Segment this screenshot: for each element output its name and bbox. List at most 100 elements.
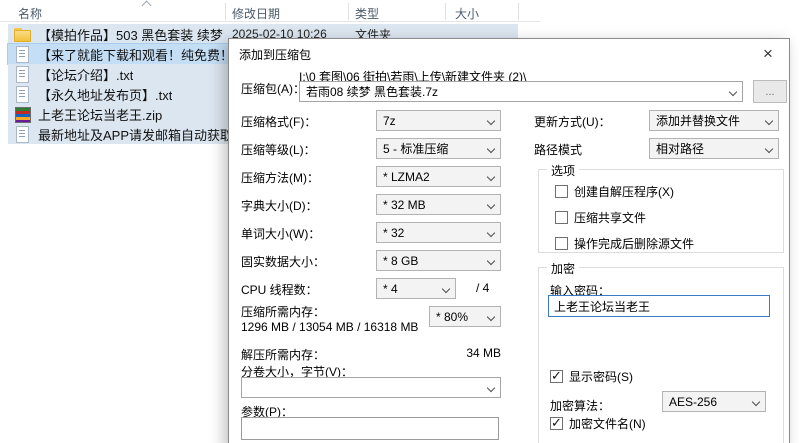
method-label: 压缩方法(M)：: [241, 171, 319, 185]
compress-memory-detail: 1296 MB / 13054 MB / 16318 MB: [241, 320, 419, 334]
column-date[interactable]: 修改日期: [232, 5, 280, 22]
sort-ascending-icon: [141, 0, 152, 11]
path-mode-value: 相对路径: [656, 142, 705, 156]
column-separator[interactable]: [518, 3, 519, 20]
format-combobox[interactable]: 7z: [376, 110, 501, 131]
options-group-label: 选项: [547, 162, 580, 179]
cpu-threads-label: CPU 线程数：: [241, 283, 318, 297]
word-size-value: * 32: [383, 225, 405, 240]
archive-label: 压缩包(A)：: [241, 82, 305, 96]
checkbox-icon[interactable]: [555, 185, 568, 198]
chevron-down-icon: [764, 144, 774, 154]
delete-after-checkbox[interactable]: 操作完成后删除源文件: [555, 235, 694, 252]
solid-size-value: * 8 GB: [383, 253, 419, 268]
file-name: 【模拍作品】503 黑色套装 续梦: [38, 27, 223, 43]
checkbox-icon[interactable]: [550, 368, 563, 384]
text-file-icon: [14, 66, 30, 83]
archive-name-value: 若雨08 续梦 黑色套装.7z: [306, 85, 439, 99]
encryption-method-combobox[interactable]: AES-256: [662, 391, 766, 412]
password-input[interactable]: [548, 295, 770, 317]
update-mode-value: 添加并替换文件: [656, 114, 741, 128]
screen: 名称 修改日期 类型 大小 【模拍作品】503 黑色套装 续梦 2025-02-…: [0, 0, 800, 443]
file-name: 【永久地址发布页】.txt: [38, 87, 173, 103]
level-label: 压缩等级(L)：: [241, 143, 316, 157]
chevron-down-icon: [728, 87, 738, 97]
chevron-down-icon: [486, 144, 496, 154]
encryption-method-value: AES-256: [669, 394, 718, 409]
dict-size-combobox[interactable]: * 32 MB: [376, 194, 501, 215]
cpu-threads-combobox[interactable]: * 4: [376, 278, 456, 299]
chevron-down-icon: [764, 116, 774, 126]
archive-name-combobox[interactable]: 若雨08 续梦 黑色套装.7z: [299, 81, 743, 102]
encrypt-filenames-label: 加密文件名(N): [569, 417, 646, 431]
path-mode-label: 路径模式: [534, 143, 583, 157]
format-value: 7z: [383, 113, 396, 128]
volume-size-combobox[interactable]: [241, 377, 501, 398]
cpu-threads-max: / 4: [476, 281, 490, 295]
create-sfx-label: 创建自解压程序(X): [574, 185, 674, 199]
update-mode-combobox[interactable]: 添加并替换文件: [649, 110, 779, 131]
format-label: 压缩格式(F)：: [241, 115, 317, 129]
dialog-title: 添加到压缩包: [239, 48, 312, 62]
compress-shared-checkbox[interactable]: 压缩共享文件: [555, 209, 646, 226]
chevron-down-icon: [486, 200, 496, 210]
file-name: 上老王论坛当老王.zip: [38, 107, 163, 123]
text-file-icon: [14, 46, 30, 63]
column-header-bar: 名称 修改日期 类型 大小: [0, 0, 540, 22]
column-type[interactable]: 类型: [355, 5, 379, 22]
dict-size-value: * 32 MB: [383, 197, 426, 212]
create-sfx-checkbox[interactable]: 创建自解压程序(X): [555, 183, 674, 200]
encryption-group: 加密 输入密码： 显示密码(S) 加密算法： AES-256 加密文件名(N): [538, 260, 784, 443]
chevron-down-icon: [441, 284, 451, 294]
delete-after-label: 操作完成后删除源文件: [574, 237, 695, 251]
word-size-label: 单词大小(W)：: [241, 227, 321, 241]
folder-icon: [14, 26, 31, 42]
level-value: 5 - 标准压缩: [383, 142, 449, 156]
column-separator[interactable]: [225, 3, 226, 20]
encryption-group-label: 加密: [547, 260, 580, 277]
method-combobox[interactable]: * LZMA2: [376, 166, 501, 187]
text-file-icon: [14, 86, 30, 103]
show-password-label: 显示密码(S): [569, 370, 633, 384]
chevron-down-icon: [486, 312, 496, 322]
solid-size-label: 固实数据大小：: [241, 255, 326, 269]
file-name: 【论坛介绍】.txt: [38, 67, 134, 83]
word-size-combobox[interactable]: * 32: [376, 222, 501, 243]
compress-shared-label: 压缩共享文件: [574, 211, 647, 225]
chevron-down-icon: [486, 172, 496, 182]
parameters-input[interactable]: [241, 417, 499, 440]
text-file-icon: [14, 126, 30, 143]
memory-usage-value: * 80%: [436, 309, 469, 324]
show-password-checkbox[interactable]: 显示密码(S): [550, 368, 633, 385]
chevron-down-icon: [486, 228, 496, 238]
column-name[interactable]: 名称: [18, 5, 42, 22]
decompress-memory-value: 34 MB: [466, 346, 501, 360]
browse-button[interactable]: ...: [753, 80, 787, 103]
compress-memory-label: 压缩所需内存：: [241, 305, 326, 319]
checkbox-icon[interactable]: [550, 415, 563, 431]
add-to-archive-dialog: 添加到压缩包 × 压缩包(A)： I:\0 套图\06 街拍\若雨\上传\新建文…: [228, 38, 790, 443]
column-size[interactable]: 大小: [455, 5, 479, 22]
encrypt-filenames-checkbox[interactable]: 加密文件名(N): [550, 415, 646, 432]
chevron-down-icon: [486, 383, 496, 393]
solid-size-combobox[interactable]: * 8 GB: [376, 250, 501, 271]
level-combobox[interactable]: 5 - 标准压缩: [376, 138, 501, 159]
update-mode-label: 更新方式(U)：: [534, 115, 611, 129]
encryption-method-label: 加密算法：: [550, 399, 611, 413]
chevron-down-icon: [486, 116, 496, 126]
decompress-memory-label: 解压所需内存：: [241, 348, 326, 362]
close-icon[interactable]: ×: [751, 41, 785, 67]
checkbox-icon[interactable]: [555, 237, 568, 250]
chevron-down-icon: [486, 256, 496, 266]
checkbox-icon[interactable]: [555, 211, 568, 224]
cpu-threads-value: * 4: [383, 281, 398, 296]
method-value: * LZMA2: [383, 169, 430, 184]
column-separator[interactable]: [348, 3, 349, 20]
dict-size-label: 字典大小(D)：: [241, 199, 318, 213]
column-separator[interactable]: [445, 3, 446, 20]
memory-usage-combobox[interactable]: * 80%: [429, 306, 501, 327]
options-group: 选项 创建自解压程序(X) 压缩共享文件 操作完成后删除源文件: [538, 162, 784, 253]
zip-icon: [14, 106, 31, 123]
chevron-down-icon: [751, 397, 761, 407]
path-mode-combobox[interactable]: 相对路径: [649, 138, 779, 159]
